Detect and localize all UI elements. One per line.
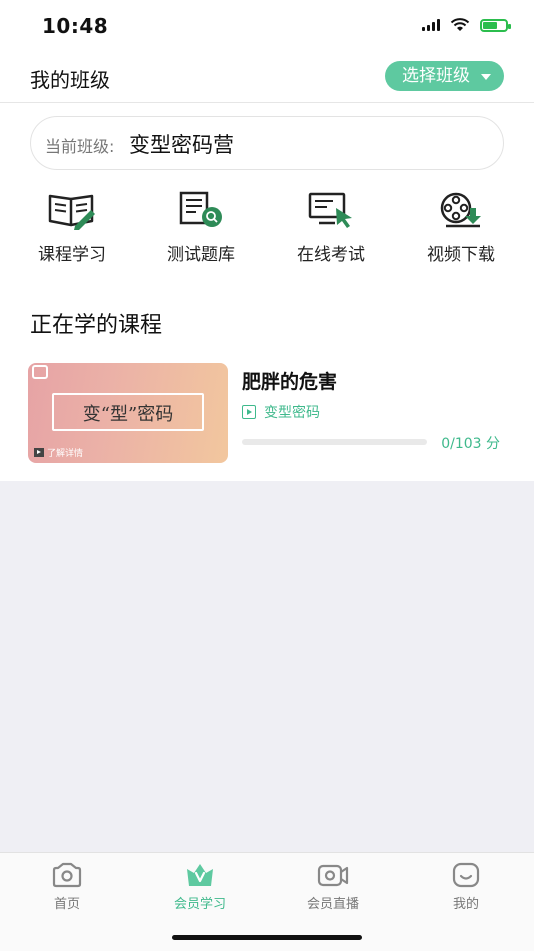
page-header: 我的班级 选择班级 [0,54,534,103]
page-title: 我的班级 [30,68,110,92]
section-title: 正在学的课程 [30,313,163,338]
course-title: 肥胖的危害 [242,371,338,393]
video-play-icon [242,405,256,419]
crown-v-icon [187,864,213,886]
thumbnail-more-label: 了解详情 [47,449,84,459]
feature-label: 测试题库 [167,245,235,265]
tab-label: 我的 [452,897,479,912]
feature-label: 视频下载 [427,245,495,265]
tab-member-live[interactable]: 会员直播 [283,861,383,912]
thumbnail-title: 变“型”密码 [82,404,174,425]
select-class-label: 选择班级 [402,66,470,86]
current-class-value: 变型密码营 [129,133,234,157]
monitor-cursor-icon [308,192,352,228]
thumbnail-more-link[interactable]: 了解详情 [34,446,83,459]
book-pen-icon [48,194,95,230]
course-thumbnail[interactable]: 变“型”密码 了解详情 [28,363,228,463]
tab-mine[interactable]: 我的 [416,861,516,912]
film-download-icon [440,192,481,228]
course-progress-text: 0/103 分 [441,436,500,452]
status-time: 10:48 [42,14,109,38]
signal-icon [422,19,440,31]
tab-label: 首页 [53,897,80,912]
course-progress-bar [242,439,427,445]
feature-quiz-bank[interactable]: 测试题库 [146,190,256,265]
home-indicator [172,935,362,940]
current-class-label: 当前班级: [45,137,115,156]
tab-home[interactable]: 首页 [17,861,117,912]
feature-online-exam[interactable]: 在线考试 [276,190,386,265]
course-category: 变型密码 [242,402,320,422]
feature-video-download[interactable]: 视频下载 [406,190,516,265]
live-camera-icon [317,864,349,887]
smile-face-icon [452,862,480,888]
feature-label: 在线考试 [297,245,365,265]
play-arrow-icon [34,448,44,457]
caret-down-icon [481,74,491,80]
course-card[interactable]: 变“型”密码 了解详情 肥胖的危害 变型密码 0/103 分 [28,363,506,465]
wifi-icon [450,18,470,31]
course-category-label: 变型密码 [264,405,320,421]
feature-course-study[interactable]: 课程学习 [17,190,127,265]
status-bar: 10:48 [0,0,534,54]
tab-member-study[interactable]: 会员学习 [150,861,250,912]
feature-shortcuts: 课程学习 测试题库 在线考试 视频下载 [0,190,534,270]
home-camera-icon [52,862,82,888]
tab-label: 会员直播 [306,897,359,912]
status-icons [422,18,511,32]
current-class-field[interactable]: 当前班级: 变型密码营 [30,116,504,170]
quiz-search-icon [179,191,222,227]
select-class-button[interactable]: 选择班级 [385,61,504,91]
feature-label: 课程学习 [38,245,106,265]
battery-icon [480,18,511,32]
tab-label: 会员学习 [173,897,226,912]
brand-logo-icon [32,365,48,379]
